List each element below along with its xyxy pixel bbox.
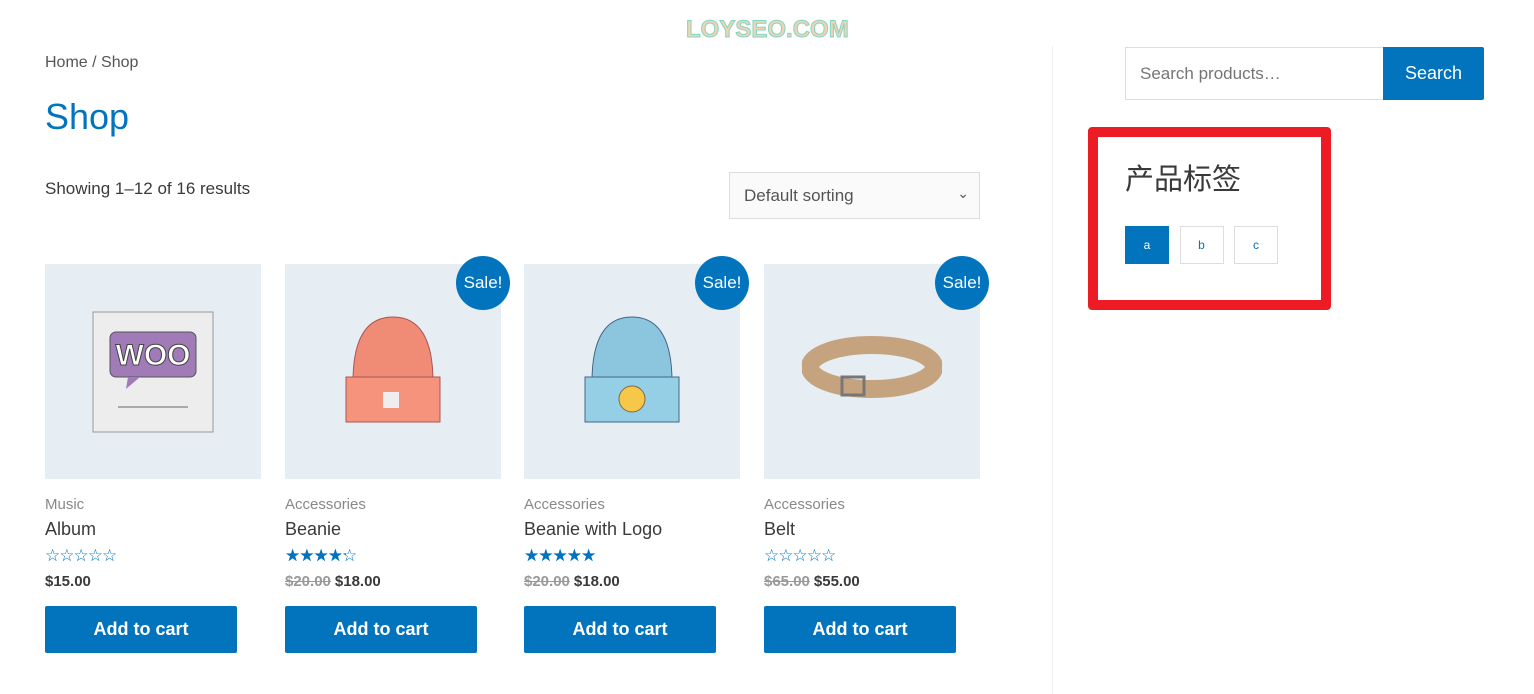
product-category: Accessories [764,496,845,513]
sale-badge: Sale! [935,256,989,310]
product-title[interactable]: Belt [764,519,980,540]
tag-b[interactable]: b [1179,226,1224,264]
product-category: Music [45,496,85,513]
old-price: $65.00 [764,573,810,590]
star-outline-icon: ☆☆☆☆☆ [45,546,117,565]
product-image[interactable]: Sale! [285,256,510,479]
product-category: Accessories [285,496,366,513]
old-price: $20.00 [285,573,331,590]
add-to-cart-button[interactable]: Add to cart [764,606,956,653]
sale-badge: Sale! [456,256,510,310]
add-to-cart-button[interactable]: Add to cart [524,606,716,653]
search-button[interactable]: Search [1383,47,1484,100]
sorting-select[interactable]: Default sorting ⌄ [729,172,980,219]
current-price: $18.00 [573,573,620,590]
current-price: $55.00 [813,573,860,590]
beanie-image [345,315,441,422]
add-to-cart-button[interactable]: Add to cart [45,606,237,653]
product-image[interactable]: Sale! [524,256,749,479]
breadcrumb[interactable]: Home / Shop [45,54,138,72]
product-image[interactable]: WOO [45,264,261,479]
beanie-with-logo-image [584,315,680,422]
star-outline-icon: ☆☆☆☆☆ [764,546,836,565]
product-price: $65.00 $55.00 [764,573,980,590]
tag-a[interactable]: a [1125,226,1169,264]
result-count: Showing 1–12 of 16 results [45,179,251,198]
current-price: $18.00 [334,573,381,590]
product-category: Accessories [524,496,605,513]
sorting-selected: Default sorting [744,186,854,205]
old-price: $20.00 [524,573,570,590]
product-card[interactable]: Sale! Accessories Beanie with Logo ☆☆☆☆☆… [524,256,749,653]
album-image: WOO [92,311,214,432]
chevron-down-icon: ⌄ [957,185,969,201]
product-price: $20.00 $18.00 [285,573,501,590]
search-input[interactable] [1125,47,1384,100]
belt-image [802,335,942,398]
product-image[interactable]: Sale! [764,256,989,479]
product-price: $20.00 $18.00 [524,573,740,590]
tag-c[interactable]: c [1234,226,1278,264]
star-filled-icon: ★★★★★ [524,547,596,565]
star-rating: ☆☆☆☆☆★★★★★ [285,547,367,565]
star-rating: ☆☆☆☆☆★★★★★ [764,547,846,565]
product-card[interactable]: WOO Music Album ☆☆☆☆☆★★★★★ $15.00 Add to… [45,264,261,653]
watermark-logo: LOYSEO.COM [686,16,850,44]
product-title[interactable]: Album [45,519,261,540]
current-price: $15.00 [45,573,91,590]
star-rating: ☆☆☆☆☆★★★★★ [524,547,606,565]
add-to-cart-button[interactable]: Add to cart [285,606,477,653]
widget-title: 产品标签 [1125,162,1242,196]
sidebar-divider [1052,46,1053,694]
product-title[interactable]: Beanie [285,519,501,540]
star-rating: ☆☆☆☆☆★★★★★ [45,547,127,565]
product-price: $15.00 [45,573,261,590]
page-title: Shop [45,96,130,137]
product-title[interactable]: Beanie with Logo [524,519,740,540]
product-card[interactable]: Sale! Accessories Belt ☆☆☆☆☆★★★★★ $65.00… [764,256,989,653]
star-filled-icon: ★★★★★ [285,547,346,565]
sale-badge: Sale! [695,256,749,310]
product-card[interactable]: Sale! Accessories Beanie ☆☆☆☆☆★★★★★ $20.… [285,256,510,653]
svg-text:WOO: WOO [116,339,191,372]
highlight-box [1088,127,1331,310]
